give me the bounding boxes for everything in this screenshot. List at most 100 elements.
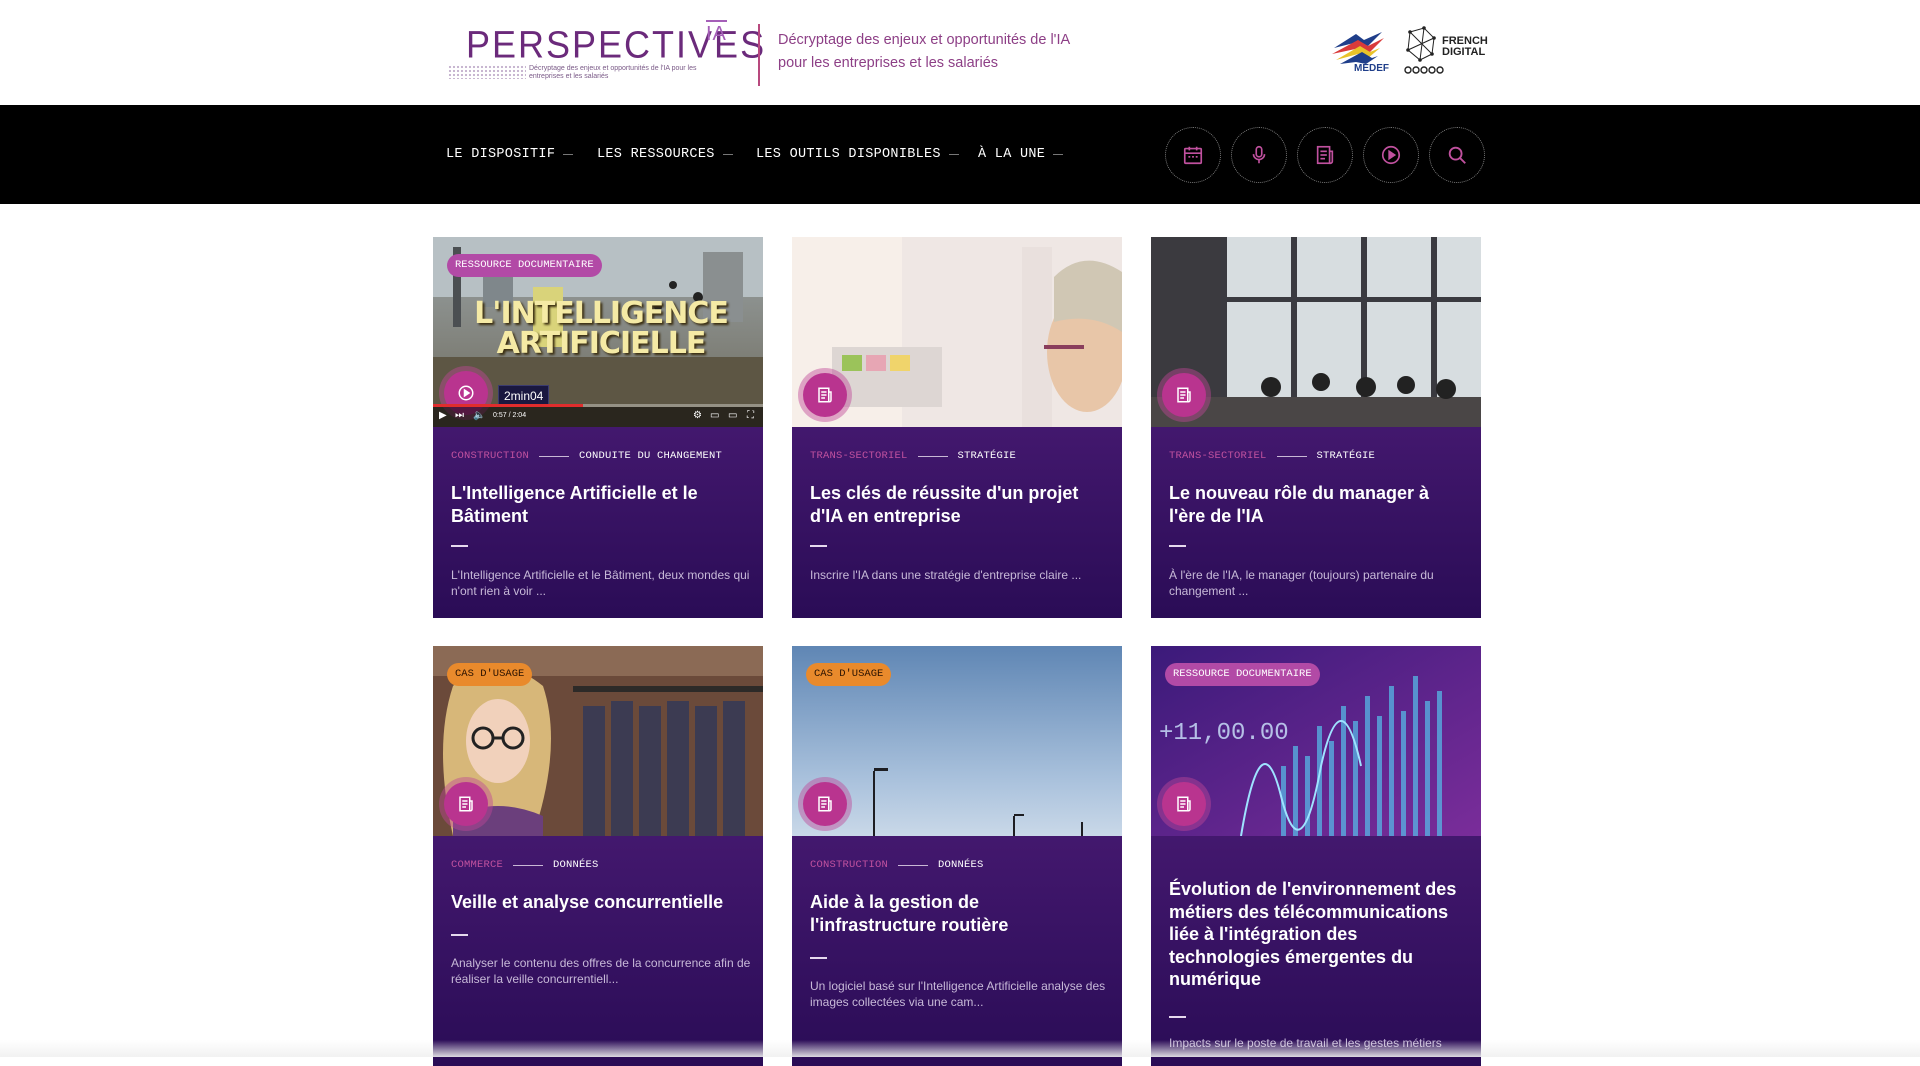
tag-separator bbox=[539, 455, 570, 457]
nav-item-le-dispositif[interactable]: LE DISPOSITIF bbox=[446, 147, 574, 162]
content-type-badge bbox=[1162, 373, 1206, 417]
tag-separator bbox=[917, 455, 948, 457]
nav-item-les-outils[interactable]: LES OUTILS DISPONIBLES bbox=[756, 147, 959, 162]
card-title[interactable]: Aide à la gestion de l'infrastructure ro… bbox=[810, 891, 1110, 936]
card-description: Analyser le contenu des offres de la con… bbox=[451, 956, 751, 986]
card-title[interactable]: L'Intelligence Artificielle et le Bâtime… bbox=[451, 482, 751, 527]
player-miniplayer-icon[interactable]: ▭ bbox=[710, 410, 719, 421]
nav-dropdown-dash bbox=[722, 154, 733, 155]
card-image bbox=[1151, 237, 1481, 427]
card-image: +11,00.00 RESSOURCE DOCUMENTAIRE bbox=[1151, 646, 1481, 836]
partner-french-digital-label: FRENCH DIGITAL bbox=[1442, 36, 1490, 58]
tag-separator bbox=[898, 864, 929, 866]
category-badge[interactable]: RESSOURCE DOCUMENTAIRE bbox=[447, 254, 602, 277]
title-rule bbox=[451, 545, 468, 547]
card-title[interactable]: Les clés de réussite d'un projet d'IA en… bbox=[810, 482, 1110, 527]
card-image bbox=[792, 237, 1122, 427]
card-body: COMMERCE DONNÉES Veille et analyse concu… bbox=[433, 836, 763, 1066]
search-icon bbox=[1448, 146, 1466, 164]
card-tags: COMMERCE DONNÉES bbox=[451, 859, 599, 871]
player-next-icon[interactable]: ⏭ bbox=[455, 410, 464, 421]
theme-tag[interactable]: DONNÉES bbox=[553, 859, 599, 871]
videos-button[interactable] bbox=[1363, 127, 1419, 183]
microphone-icon bbox=[1252, 145, 1266, 164]
card-tags: TRANS-SECTORIEL STRATÉGIE bbox=[1169, 450, 1375, 462]
card-video-thumbnail[interactable]: L'INTELLIGENCE ARTIFICIELLE RESSOURCE DO… bbox=[433, 237, 763, 427]
resource-card[interactable]: TRANS-SECTORIEL STRATÉGIE Le nouveau rôl… bbox=[1151, 237, 1481, 618]
card-body: TRANS-SECTORIEL STRATÉGIE Le nouveau rôl… bbox=[1151, 427, 1481, 618]
search-button[interactable] bbox=[1429, 127, 1485, 183]
nav-item-a-la-une[interactable]: À LA UNE bbox=[978, 147, 1064, 162]
card-image: CAS D'USAGE bbox=[792, 646, 1122, 836]
resource-card[interactable]: CAS D'USAGE COMMERCE DONNÉES Veille et a… bbox=[433, 646, 763, 1066]
category-badge[interactable]: RESSOURCE DOCUMENTAIRE bbox=[1165, 663, 1320, 686]
nav-dropdown-dash bbox=[948, 154, 959, 155]
page-fade bbox=[0, 1040, 1920, 1057]
title-rule bbox=[451, 934, 468, 936]
theme-tag[interactable]: STRATÉGIE bbox=[958, 450, 1017, 462]
documents-button[interactable] bbox=[1297, 127, 1353, 183]
card-tags: CONSTRUCTION DONNÉES bbox=[810, 859, 984, 871]
sector-tag[interactable]: CONSTRUCTION bbox=[451, 450, 529, 462]
logo-subtitle: Décryptage des enjeux et opportunités de… bbox=[529, 65, 697, 80]
sector-tag[interactable]: CONSTRUCTION bbox=[810, 859, 888, 871]
player-fullscreen-icon[interactable]: ⛶ bbox=[747, 410, 754, 421]
calendar-button[interactable] bbox=[1165, 127, 1221, 183]
main-navigation: LE DISPOSITIF LES RESSOURCES LES OUTILS … bbox=[0, 105, 1920, 204]
card-description: Un logiciel basé sur l'Intelligence Arti… bbox=[810, 979, 1106, 1009]
sector-tag[interactable]: TRANS-SECTORIEL bbox=[810, 450, 908, 462]
resource-card[interactable]: L'INTELLIGENCE ARTIFICIELLE RESSOURCE DO… bbox=[433, 237, 763, 618]
video-title-overlay: L'INTELLIGENCE ARTIFICIELLE bbox=[474, 296, 729, 361]
document-icon bbox=[1316, 145, 1334, 165]
tagline-line-2: pour les entreprises et les salariés bbox=[778, 55, 999, 71]
theme-tag[interactable]: CONDUITE DU CHANGEMENT bbox=[579, 450, 722, 462]
player-theater-icon[interactable]: ▭ bbox=[728, 410, 737, 421]
card-body: Évolution de l'environnement des métiers… bbox=[1151, 836, 1481, 1066]
sector-tag[interactable]: COMMERCE bbox=[451, 859, 503, 871]
content-type-badge bbox=[803, 782, 847, 826]
tagline-line-1: Décryptage des enjeux et opportunités de… bbox=[778, 32, 1071, 48]
theme-tag[interactable]: STRATÉGIE bbox=[1317, 450, 1376, 462]
sector-tag[interactable]: TRANS-SECTORIEL bbox=[1169, 450, 1267, 462]
logo-ia-mark: IA bbox=[706, 20, 727, 46]
card-body: CONSTRUCTION DONNÉES Aide à la gestion d… bbox=[792, 836, 1122, 1066]
resource-card[interactable]: +11,00.00 RESSOURCE DOCUMENTAIRE Évoluti… bbox=[1151, 646, 1481, 1066]
resource-card[interactable]: TRANS-SECTORIEL STRATÉGIE Les clés de ré… bbox=[792, 237, 1122, 618]
nav-dropdown-dash bbox=[563, 154, 574, 155]
card-title[interactable]: Évolution de l'environnement des métiers… bbox=[1169, 878, 1469, 991]
podcast-button[interactable] bbox=[1231, 127, 1287, 183]
document-icon bbox=[1177, 387, 1191, 403]
card-description: L'Intelligence Artificielle et le Bâtime… bbox=[451, 568, 750, 598]
category-badge[interactable]: CAS D'USAGE bbox=[447, 663, 533, 686]
nav-item-les-ressources[interactable]: LES RESSOURCES bbox=[597, 147, 733, 162]
play-icon bbox=[1381, 145, 1401, 165]
content-type-badge bbox=[1162, 782, 1206, 826]
player-play-icon[interactable]: ▶ bbox=[439, 410, 447, 421]
card-image: CAS D'USAGE bbox=[433, 646, 763, 836]
title-rule bbox=[1169, 1016, 1186, 1018]
card-title[interactable]: Veille et analyse concurrentielle bbox=[451, 891, 751, 914]
card-description: Inscrire l'IA dans une stratégie d'entre… bbox=[810, 568, 1082, 582]
tag-separator bbox=[513, 864, 544, 866]
site-logo[interactable]: PERSPECTIVES IA Décryptage des enjeux et… bbox=[446, 16, 764, 86]
category-badge[interactable]: CAS D'USAGE bbox=[806, 663, 892, 686]
theme-tag[interactable]: DONNÉES bbox=[938, 859, 984, 871]
player-time: 0:57 / 2:04 bbox=[493, 412, 527, 419]
resource-card[interactable]: CAS D'USAGE CONSTRUCTION DONNÉES Aide à … bbox=[792, 646, 1122, 1066]
card-description: À l'ère de l'IA, le manager (toujours) p… bbox=[1169, 568, 1434, 598]
nav-label: LE DISPOSITIF bbox=[446, 147, 556, 162]
title-rule bbox=[1169, 545, 1186, 547]
title-rule bbox=[810, 957, 827, 959]
card-tags: CONSTRUCTION CONDUITE DU CHANGEMENT bbox=[451, 450, 722, 462]
player-settings-icon[interactable]: ⚙ bbox=[693, 410, 702, 421]
chart-overlay-number: +11,00.00 bbox=[1159, 720, 1289, 747]
calendar-icon bbox=[1183, 146, 1203, 165]
player-volume-icon[interactable]: 🔈 bbox=[473, 410, 485, 421]
document-icon bbox=[1177, 796, 1191, 812]
card-title[interactable]: Le nouveau rôle du manager à l'ère de l'… bbox=[1169, 482, 1469, 527]
nav-dropdown-dash bbox=[1053, 154, 1064, 155]
play-icon bbox=[458, 385, 474, 401]
title-rule bbox=[810, 545, 827, 547]
nav-label: LES OUTILS DISPONIBLES bbox=[756, 147, 941, 162]
document-icon bbox=[818, 387, 832, 403]
